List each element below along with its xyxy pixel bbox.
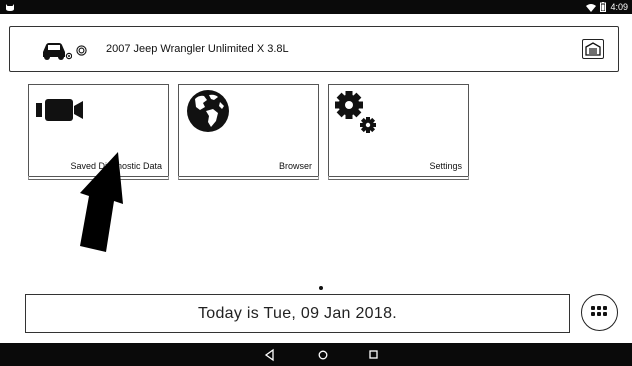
apps-grid-icon — [591, 306, 607, 316]
date-banner: Today is Tue, 09 Jan 2018. — [25, 294, 570, 333]
battery-icon — [600, 2, 607, 12]
home-icon[interactable] — [316, 348, 330, 362]
globe-icon — [187, 90, 229, 132]
vehicle-header[interactable]: 2007 Jeep Wrangler Unlimited X 3.8L — [9, 26, 619, 72]
clock-time: 4:09 — [610, 2, 628, 12]
connection-icon — [76, 45, 87, 56]
garage-button[interactable] — [582, 39, 604, 59]
garage-icon — [585, 42, 601, 56]
tile-settings[interactable]: Settings — [328, 84, 469, 180]
back-icon[interactable] — [263, 348, 277, 362]
wifi-icon — [586, 3, 597, 12]
tile-label: Settings — [429, 161, 462, 171]
cat-icon — [6, 4, 14, 11]
apps-button[interactable] — [581, 294, 618, 331]
arrow-up-icon — [80, 152, 123, 252]
tile-browser[interactable]: Browser — [178, 84, 319, 180]
recents-icon[interactable] — [367, 348, 381, 362]
gears-icon — [335, 91, 376, 133]
page-indicator — [319, 286, 323, 290]
car-icon — [43, 43, 72, 60]
navigation-bar — [0, 343, 632, 366]
tile-label: Browser — [278, 161, 312, 171]
video-camera-icon — [36, 99, 83, 121]
status-bar: 4:09 — [0, 0, 632, 14]
vehicle-name: 2007 Jeep Wrangler Unlimited X 3.8L — [106, 43, 289, 55]
